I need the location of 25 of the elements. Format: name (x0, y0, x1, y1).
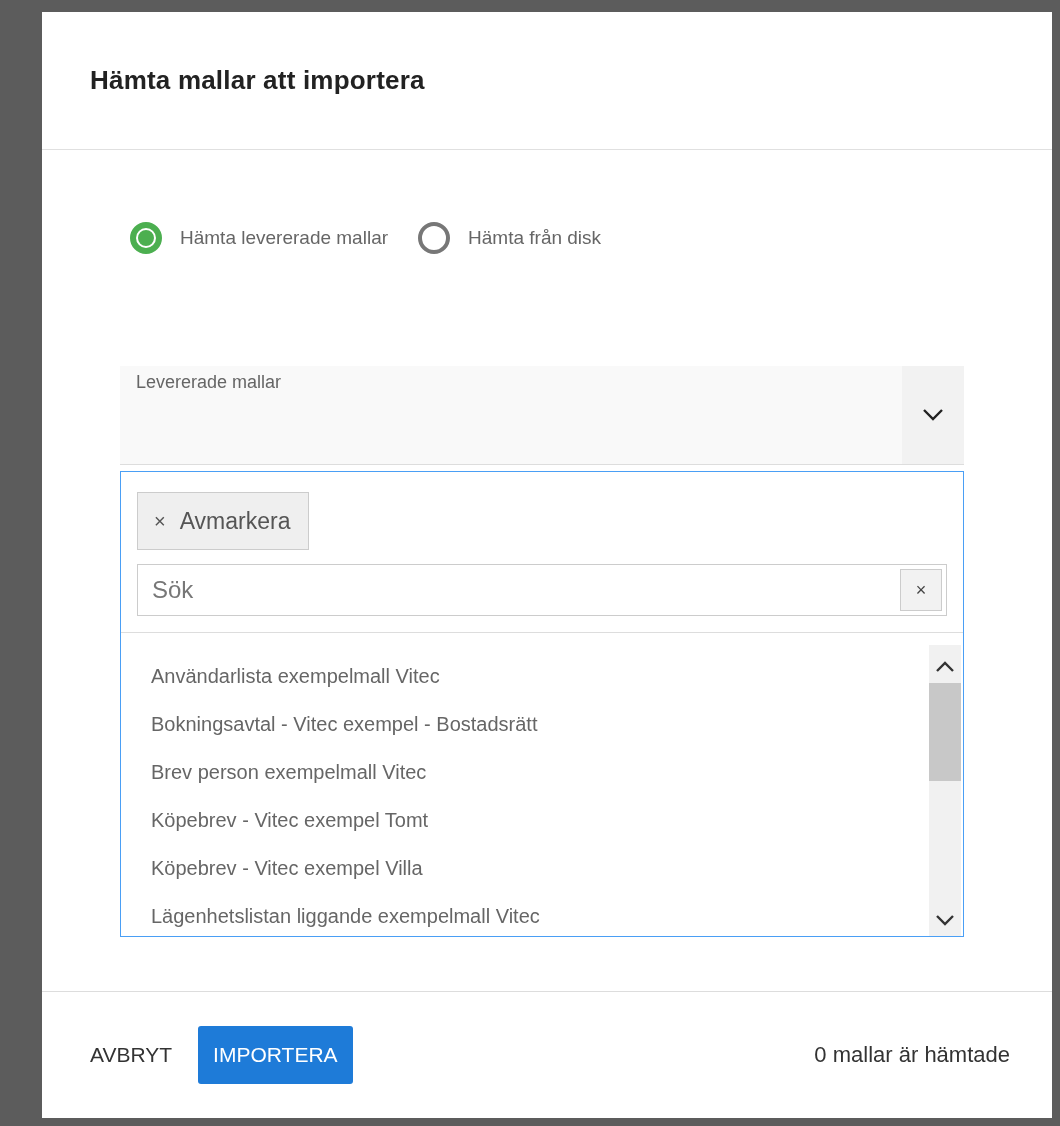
dialog-title: Hämta mallar att importera (90, 65, 425, 96)
template-item[interactable]: Köpebrev - Vitec exempel Tomt (151, 801, 929, 849)
search-field[interactable]: Sök × (137, 564, 947, 616)
dropdown-toggle[interactable] (902, 366, 964, 464)
scroll-down-icon[interactable] (935, 914, 955, 926)
clear-button[interactable]: × (900, 569, 942, 611)
scrollbar-thumb[interactable] (929, 683, 961, 781)
dropdown-label: Levererade mallar (135, 371, 283, 394)
template-item[interactable]: Lägenhetslistan liggande exempelmall Vitec (151, 897, 929, 936)
template-item[interactable]: Brev person exempelmall Vitec (151, 753, 929, 801)
status-text: 0 mallar är hämtade (814, 1042, 1010, 1068)
radio-button[interactable] (418, 222, 451, 254)
template-item[interactable]: Användarlista exempelmall Vitec (151, 657, 929, 705)
radio-label[interactable]: Hämta från disk (468, 227, 602, 249)
cancel-button[interactable]: AVBRYT (86, 1037, 177, 1073)
import-button[interactable]: IMPORTERA (198, 1026, 353, 1084)
template-item[interactable]: Köpebrev - Vitec exempel Villa (151, 849, 929, 897)
deselect-button[interactable]: × Avmarkera (137, 492, 310, 550)
template-item[interactable]: Bokningsavtal - Vitec exempel - Bostadsrätt (151, 705, 929, 753)
scrollbar[interactable] (929, 645, 961, 936)
chevron-icon (922, 408, 944, 422)
radio-label[interactable]: Hämta levererade mallar (180, 227, 389, 249)
radio-button[interactable] (130, 222, 162, 254)
dropdown[interactable]: Levererade mallar (120, 366, 964, 465)
scroll-up-icon[interactable] (935, 661, 955, 673)
